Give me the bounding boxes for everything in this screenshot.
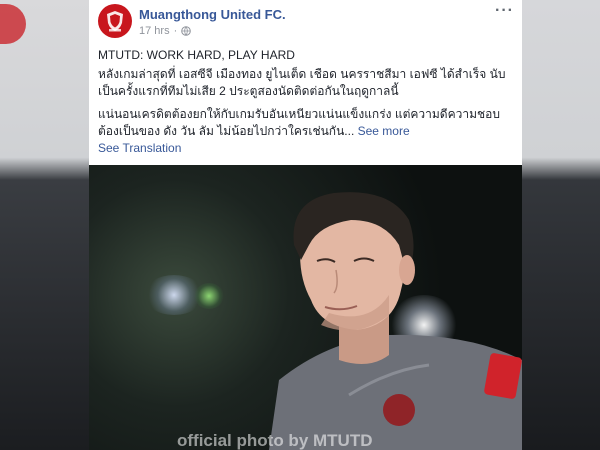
meta-separator: ·	[173, 25, 178, 37]
player-silhouette	[269, 192, 522, 450]
photo-watermark: official photo by MTUTD	[177, 431, 373, 450]
page-avatar[interactable]	[98, 4, 132, 38]
see-translation-link[interactable]: See Translation	[98, 141, 181, 155]
post-paragraph-1: หลังเกมล่าสุดที่ เอสซีจี เมืองทอง ยูไนเต…	[98, 67, 506, 98]
blurred-logo-shape	[0, 4, 26, 44]
post-meta: 17 hrs ·	[139, 25, 192, 37]
ellipsis-icon[interactable]: ···	[495, 2, 514, 20]
club-crest-icon	[107, 11, 123, 32]
post-paragraph-2: แน่นอนเครดิตต้องยกให้กับเกมรับอันเหนียวแ…	[98, 106, 518, 140]
page-name-link[interactable]: Muangthong United FC.	[139, 7, 286, 22]
blurred-background-left	[0, 0, 90, 450]
blurred-background-right	[520, 0, 600, 450]
post-headline: MTUTD: WORK HARD, PLAY HARD	[98, 48, 295, 62]
see-more-link[interactable]: See more	[358, 124, 410, 138]
post-paragraph-2-text: แน่นอนเครดิตต้องยกให้กับเกมรับอันเหนียวแ…	[98, 107, 500, 138]
globe-icon[interactable]	[181, 26, 192, 36]
post-header: Muangthong United FC. 17 hrs · ···	[89, 0, 522, 42]
facebook-post-card: Muangthong United FC. 17 hrs · ··· MTUTD…	[89, 0, 522, 450]
post-timestamp[interactable]: 17 hrs	[139, 25, 170, 37]
post-photo[interactable]: official photo by MTUTD	[89, 165, 522, 450]
